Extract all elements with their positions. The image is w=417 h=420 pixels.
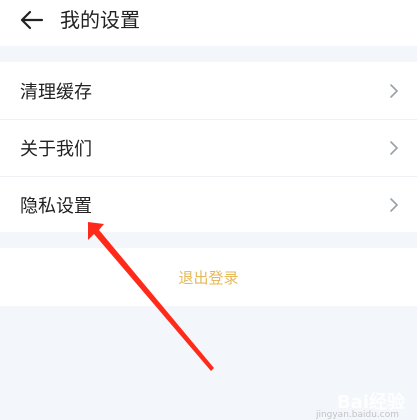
- logout-section: 退出登录: [0, 248, 417, 306]
- menu-item-clear-cache[interactable]: 清理缓存: [0, 62, 417, 119]
- menu-item-label: 隐私设置: [20, 195, 92, 217]
- watermark-url: jingyan.baidu.com: [315, 410, 399, 420]
- header-bar: 我的设置: [0, 0, 417, 46]
- arrow-left-icon[interactable]: [20, 8, 46, 32]
- menu-item-label: 关于我们: [20, 138, 92, 160]
- menu-item-label: 清理缓存: [20, 81, 92, 103]
- chevron-right-icon: [389, 83, 399, 99]
- chevron-right-icon: [389, 140, 399, 156]
- settings-menu: 清理缓存 关于我们 隐私设置: [0, 62, 417, 232]
- chevron-right-icon: [389, 197, 399, 213]
- menu-item-privacy-settings[interactable]: 隐私设置: [0, 176, 417, 233]
- logout-button[interactable]: 退出登录: [178, 267, 238, 288]
- menu-item-about-us[interactable]: 关于我们: [0, 119, 417, 176]
- settings-page: 我的设置 清理缓存 关于我们 隐私设置 退出登录 Bai经验 jingyan.b…: [0, 0, 417, 420]
- page-title: 我的设置: [60, 8, 140, 32]
